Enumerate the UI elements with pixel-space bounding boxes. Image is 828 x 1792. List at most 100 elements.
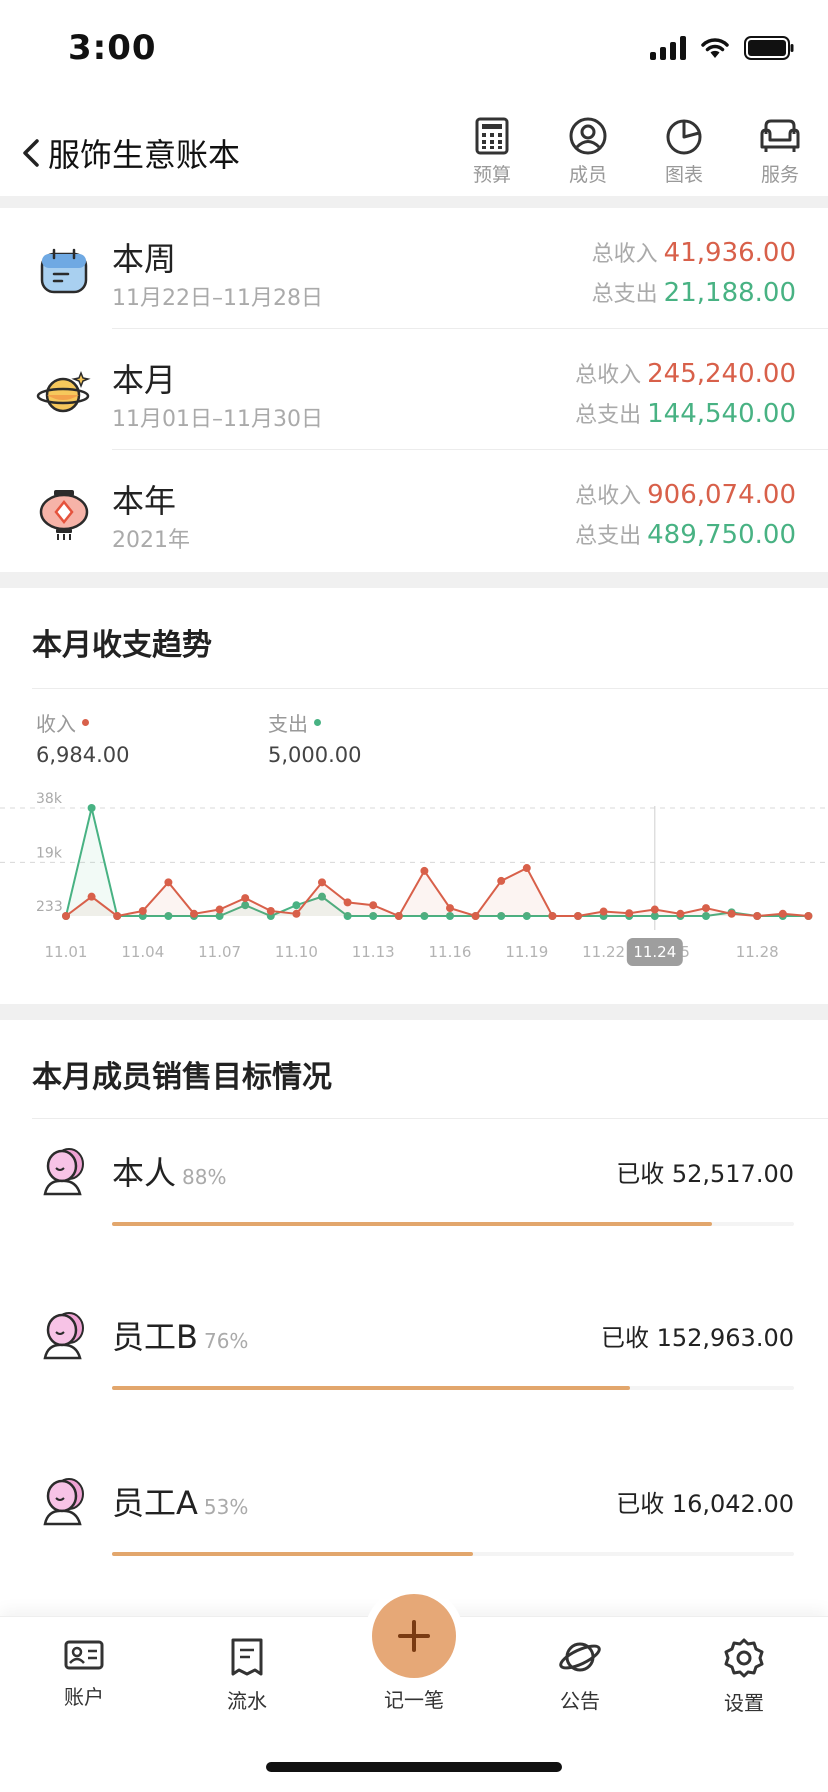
user-avatar-icon xyxy=(43,1148,84,1196)
tab-label: 公告 xyxy=(560,1689,600,1713)
trend-chart[interactable]: 38k 19k 233 11.01 11.04 11.07 11.10 11.13 11.16 1… xyxy=(0,780,828,970)
data-point xyxy=(343,898,352,907)
data-point xyxy=(574,912,582,920)
member-percent: 88% xyxy=(182,1165,227,1189)
income-value: 245,240.00 xyxy=(647,359,796,389)
summary-row-month[interactable]: 本月 11月01日–11月30日 总收入 245,240.00 总支出 144,54… xyxy=(0,329,828,450)
services-button[interactable]: 服务 xyxy=(732,116,828,187)
data-point xyxy=(369,901,378,910)
wifi-icon xyxy=(701,38,729,58)
x-tick-label: 11.04 xyxy=(121,943,164,961)
tab-settings[interactable]: 设置 xyxy=(684,1637,804,1716)
planet-icon xyxy=(559,1642,601,1672)
status-icons xyxy=(650,36,794,60)
x-tick-label: 11.01 xyxy=(45,943,88,961)
member-amount: 已收 52,517.00 xyxy=(616,1160,794,1188)
expense-value: 144,540.00 xyxy=(647,399,796,429)
tab-account[interactable]: 账户 xyxy=(24,1637,144,1710)
trend-divider xyxy=(32,688,828,689)
expense-legend: 支出 5,000.00 xyxy=(268,708,362,767)
receipt-icon xyxy=(231,1638,263,1676)
progress-fill xyxy=(112,1552,474,1556)
x-tick-label: 11.28 xyxy=(736,943,779,961)
summary-row-year[interactable]: 本年 2021年 总收入 906,074.00 总支出 489,750.00 xyxy=(0,450,828,571)
budget-button[interactable]: 预算 xyxy=(444,116,540,187)
y-tick-label: 38k xyxy=(36,791,63,807)
tab-label: 设置 xyxy=(724,1691,764,1715)
expense-label: 总支出 xyxy=(575,524,642,549)
summary-name: 本周 xyxy=(112,240,177,278)
member-name-text: 员工A xyxy=(112,1484,198,1522)
section-divider xyxy=(0,196,828,208)
y-tick-label: 19k xyxy=(36,845,63,861)
data-point xyxy=(266,906,275,915)
id-card-icon xyxy=(64,1640,104,1670)
chevron-left-icon xyxy=(23,139,39,167)
summary-range: 2021年 xyxy=(112,528,190,553)
data-point xyxy=(650,905,659,914)
x-tick-label: 11.22 xyxy=(582,943,625,961)
pie-chart-icon xyxy=(666,119,702,155)
summary-list: 本周 11月22日–11月28日 总收入 41,936.00 总支出 21,188.… xyxy=(0,208,828,571)
data-point xyxy=(702,904,710,913)
back-button[interactable]: 服饰生意账本 xyxy=(20,130,240,176)
summary-values: 总收入 245,240.00 总支出 144,540.00 xyxy=(575,357,796,437)
charts-label: 图表 xyxy=(664,164,703,186)
member-row[interactable]: 员工B 76% 已收 152,963.00 xyxy=(0,1294,828,1414)
sofa-icon xyxy=(760,119,800,152)
data-point xyxy=(753,912,762,920)
data-point xyxy=(318,878,326,887)
members-label: 成员 xyxy=(568,164,607,186)
income-value: 41,936.00 xyxy=(663,238,796,268)
expense-label: 总支出 xyxy=(575,403,642,428)
tab-label: 账户 xyxy=(64,1685,104,1709)
member-amount: 已收 152,963.00 xyxy=(600,1324,794,1352)
summary-values: 总收入 41,936.00 总支出 21,188.00 xyxy=(592,236,796,316)
income-label: 总收入 xyxy=(575,363,642,388)
expense-legend-value: 5,000.00 xyxy=(268,743,362,767)
charts-button[interactable]: 图表 xyxy=(636,116,732,187)
member-name: 员工B 76% xyxy=(112,1312,248,1358)
progress-fill xyxy=(112,1386,631,1390)
data-point xyxy=(241,894,250,903)
section-divider xyxy=(0,1004,828,1020)
x-tick-label: 11.19 xyxy=(505,943,548,961)
data-point xyxy=(625,909,634,918)
member-row[interactable]: 本人 88% 已收 52,517.00 xyxy=(0,1130,828,1250)
members-title: 本月成员销售目标情况 xyxy=(32,1060,332,1095)
data-point xyxy=(548,912,557,920)
status-time: 3:00 xyxy=(68,28,157,68)
data-point xyxy=(727,909,736,918)
income-legend-value: 6,984.00 xyxy=(36,743,130,767)
data-point xyxy=(394,912,403,920)
income-legend-label: 收入 xyxy=(36,712,76,736)
summary-range: 11月01日–11月30日 xyxy=(112,407,323,432)
summary-range: 11月22日–11月28日 xyxy=(112,286,323,311)
members-divider xyxy=(32,1118,828,1119)
user-avatar-icon xyxy=(43,1312,84,1360)
member-percent: 76% xyxy=(203,1329,249,1353)
data-point xyxy=(471,912,480,920)
data-point xyxy=(446,904,454,913)
page-title: 服饰生意账本 xyxy=(48,136,241,174)
cellular-signal-icon xyxy=(650,36,686,60)
members-button[interactable]: 成员 xyxy=(540,116,636,187)
data-point xyxy=(599,907,608,916)
battery-icon xyxy=(744,36,794,60)
tab-announcements[interactable]: 公告 xyxy=(520,1637,640,1714)
member-row[interactable]: 员工A 53% 已收 16,042.00 xyxy=(0,1460,828,1580)
gear-icon xyxy=(724,1638,764,1678)
add-record-button[interactable] xyxy=(372,1594,456,1678)
data-point xyxy=(113,912,122,920)
summary-row-week[interactable]: 本周 11月22日–11月28日 总收入 41,936.00 总支出 21,188.… xyxy=(0,208,828,329)
data-point xyxy=(778,909,787,918)
member-amount: 已收 16,042.00 xyxy=(616,1490,794,1518)
calendar-icon xyxy=(40,248,88,294)
data-point xyxy=(62,912,70,920)
data-point xyxy=(292,901,301,910)
tab-transactions[interactable]: 流水 xyxy=(187,1637,307,1714)
summary-values: 总收入 906,074.00 总支出 489,750.00 xyxy=(575,478,796,558)
data-point xyxy=(676,909,685,918)
x-tick-label: 11.13 xyxy=(352,943,395,961)
data-point xyxy=(497,876,506,885)
